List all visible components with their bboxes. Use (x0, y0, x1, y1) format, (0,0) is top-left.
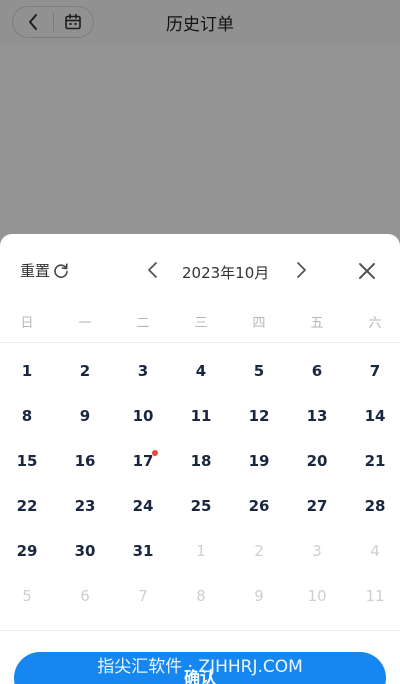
weekday-label: 三 (194, 316, 208, 331)
weekday-label: 日 (20, 316, 34, 331)
calendar-day[interactable]: 21 (355, 451, 395, 471)
calendar-day[interactable]: 6 (297, 361, 337, 381)
calendar-day[interactable]: 29 (7, 541, 47, 561)
weekday-label: 六 (368, 316, 382, 331)
calendar-day[interactable]: 8 (7, 406, 47, 426)
calendar-sheet: 重置 2023年10月 日一二三四五六 1 2 3 4 5 6 7 8 9 10 11 12 13 14 1… (0, 234, 400, 684)
calendar-day-other-month: 6 (80, 587, 90, 605)
close-icon[interactable] (357, 261, 377, 281)
calendar-day[interactable]: 19 (239, 451, 279, 471)
calendar-day[interactable]: 28 (355, 496, 395, 516)
calendar-day-other-month: 2 (254, 542, 264, 560)
next-month-chevron-icon[interactable] (292, 260, 310, 280)
calendar-day[interactable]: 9 (65, 406, 105, 426)
calendar-day[interactable]: 12 (239, 406, 279, 426)
calendar-day[interactable]: 18 (181, 451, 221, 471)
calendar-day[interactable]: 30 (65, 541, 105, 561)
calendar-day[interactable]: 15 (7, 451, 47, 471)
watermark-text: 指尖汇软件 · ZJHHRJ.COM (97, 657, 303, 677)
weekday-label: 四 (252, 316, 266, 331)
weekday-label: 五 (310, 316, 324, 331)
calendar-day[interactable]: 7 (355, 361, 395, 381)
calendar-day-other-month: 3 (312, 542, 322, 560)
weekday-row: 日一二三四五六 (0, 306, 400, 343)
calendar-day-other-month: 9 (254, 587, 264, 605)
refresh-icon (54, 262, 68, 278)
calendar-day[interactable]: 20 (297, 451, 337, 471)
weekday-label: 一 (78, 316, 92, 331)
calendar-day[interactable]: 10 (123, 406, 163, 426)
calendar-day[interactable]: 4 (181, 361, 221, 381)
calendar-day[interactable]: 31 (123, 541, 163, 561)
calendar-day-other-month: 5 (22, 587, 32, 605)
calendar-day[interactable]: 14 (355, 406, 395, 426)
calendar-day[interactable]: 24 (123, 496, 163, 516)
calendar-day-other-month: 11 (365, 587, 385, 605)
order-marker-dot (152, 450, 158, 456)
calendar-day-other-month: 8 (196, 587, 206, 605)
calendar-day[interactable]: 1 (7, 361, 47, 381)
calendar-day-other-month: 7 (138, 587, 148, 605)
calendar-day-other-month: 4 (370, 542, 380, 560)
month-label: 2023年10月 (182, 264, 270, 282)
reset-label: 重置 (20, 262, 51, 280)
calendar-day[interactable]: 13 (297, 406, 337, 426)
reset-button[interactable]: 重置 (20, 260, 70, 281)
calendar-day[interactable]: 2 (65, 361, 105, 381)
calendar-day[interactable]: 22 (7, 496, 47, 516)
calendar-day[interactable]: 5 (239, 361, 279, 381)
calendar-day[interactable]: 11 (181, 406, 221, 426)
calendar-day-other-month: 1 (196, 542, 206, 560)
footer-divider (0, 630, 400, 631)
prev-month-chevron-icon[interactable] (144, 260, 162, 280)
calendar-day[interactable]: 16 (65, 451, 105, 471)
calendar-day[interactable]: 27 (297, 496, 337, 516)
calendar-day[interactable]: 26 (239, 496, 279, 516)
day-grid: 1 2 3 4 5 6 7 8 9 10 11 12 13 14 15 16 17 18 19 20 21 22 23 24 2… (0, 343, 400, 643)
calendar-day[interactable]: 23 (65, 496, 105, 516)
calendar-day[interactable]: 25 (181, 496, 221, 516)
calendar-day[interactable]: 3 (123, 361, 163, 381)
calendar-header: 重置 2023年10月 (0, 234, 400, 306)
calendar-day-other-month: 10 (307, 587, 327, 605)
weekday-label: 二 (136, 316, 150, 331)
